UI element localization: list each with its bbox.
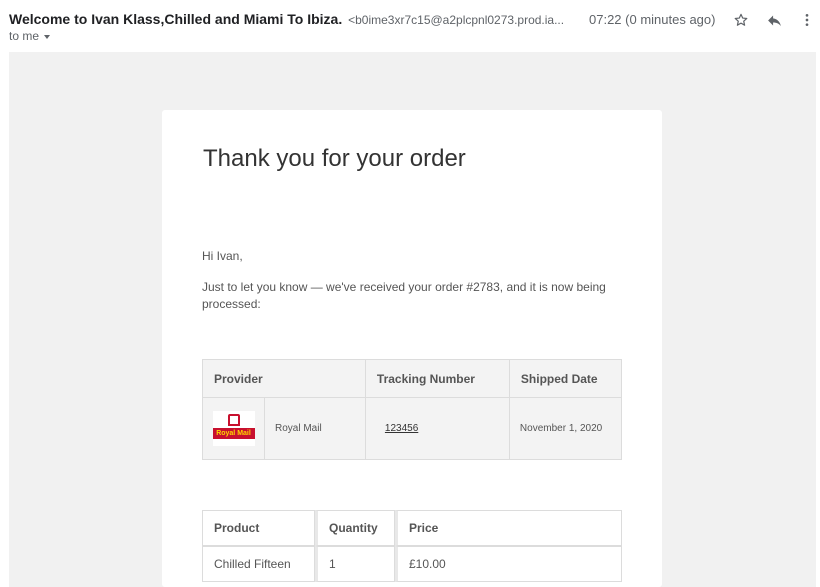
quantity-header: Quantity [315, 510, 395, 546]
royal-mail-logo-text: Royal Mail [212, 428, 255, 439]
table-row: Chilled Fifteen 1 £10.00 [202, 546, 622, 582]
sender-address: <b0ime3xr7c15@a2plcpnl0273.prod.ia... [348, 13, 565, 27]
product-quantity: 1 [315, 546, 395, 582]
product-price: £10.00 [395, 546, 622, 582]
provider-logo-cell: Royal Mail [202, 397, 265, 460]
reply-icon[interactable] [763, 9, 785, 31]
email-header: Welcome to Ivan Klass,Chilled and Miami … [0, 0, 820, 52]
provider-name: Royal Mail [264, 397, 366, 460]
tracking-number-cell: 123456 [364, 397, 510, 460]
email-time: 07:22 (0 minutes ago) [589, 12, 716, 27]
tracking-row: Royal Mail Royal Mail 123456 November 1,… [202, 397, 623, 460]
shipped-date: November 1, 2020 [508, 397, 623, 460]
tracking-table: Provider Tracking Number Shipped Date Ro… [202, 359, 623, 460]
order-message: Just to let you know — we've received yo… [202, 280, 606, 311]
more-vert-icon[interactable] [796, 9, 818, 31]
caret-down-icon [44, 34, 51, 39]
tracking-number-header: Tracking Number [364, 359, 510, 398]
star-icon[interactable] [730, 9, 752, 31]
tracking-number-link[interactable]: 123456 [385, 423, 418, 434]
provider-header: Provider [202, 359, 366, 398]
recipient-dropdown[interactable]: to me [9, 29, 51, 43]
email-heading: Thank you for your order [203, 145, 466, 172]
crown-icon [227, 414, 240, 426]
shipped-date-header: Shipped Date [508, 359, 623, 398]
product-header: Product [202, 510, 315, 546]
royal-mail-logo: Royal Mail [212, 411, 255, 446]
sender-name[interactable]: Welcome to Ivan Klass,Chilled and Miami … [9, 11, 342, 27]
products-header-row: Product Quantity Price [202, 510, 622, 546]
price-header: Price [395, 510, 622, 546]
sender-line: Welcome to Ivan Klass,Chilled and Miami … [9, 11, 564, 27]
product-name: Chilled Fifteen [202, 546, 315, 582]
products-table: Product Quantity Price Chilled Fifteen 1… [202, 510, 622, 582]
tracking-header-row: Provider Tracking Number Shipped Date [202, 359, 623, 398]
greeting: Hi Ivan, [202, 249, 243, 263]
recipient-label: to me [9, 29, 40, 43]
